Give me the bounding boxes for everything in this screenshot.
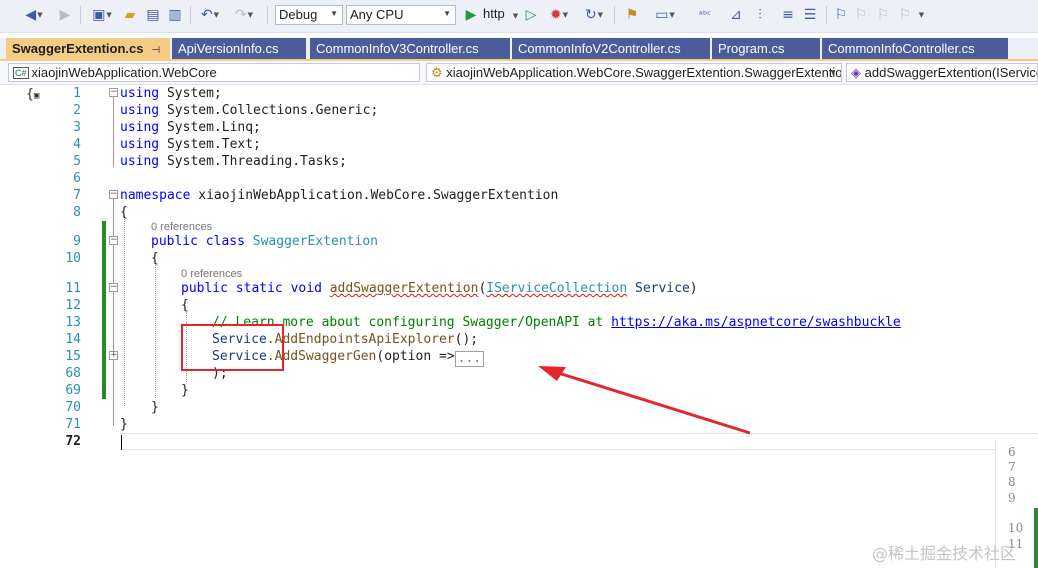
method-icon: ◈: [851, 65, 861, 80]
forward-icon[interactable]: ▶: [56, 4, 74, 26]
project-dropdown[interactable]: C# xiaojinWebApplication.WebCore: [8, 63, 420, 82]
minimap-line-number: 7: [1008, 460, 1016, 474]
previous-bookmark-icon[interactable]: ⚐: [852, 4, 870, 26]
chevron-down-icon[interactable]: ▼: [510, 5, 520, 27]
chevron-down-icon: ▼: [330, 9, 338, 18]
start-icon[interactable]: ▶: [462, 4, 480, 26]
hot-reload-icon[interactable]: ✹ ▼: [546, 4, 572, 26]
close-icon[interactable]: ✕: [168, 41, 170, 56]
pin-icon[interactable]: ⊣: [151, 45, 160, 56]
platform-select[interactable]: Any CPU ▼: [346, 5, 456, 25]
chevron-down-icon: ▼: [829, 68, 837, 77]
clear-bookmarks-icon[interactable]: ⚐: [896, 4, 914, 26]
configuration-value: Debug: [279, 7, 318, 22]
refresh-icon[interactable]: ↻ ▼: [580, 4, 608, 26]
watermark: @稀土掘金技术社区: [872, 544, 1017, 563]
minimap-line-number: 9: [1008, 491, 1016, 505]
project-value: xiaojinWebApplication.WebCore: [31, 65, 217, 80]
toolbar-overflow-icon[interactable]: ▼: [916, 4, 926, 26]
new-project-icon[interactable]: ▣ ▼: [88, 4, 116, 26]
next-bookmark-icon[interactable]: ⚐: [874, 4, 892, 26]
tab-program[interactable]: Program.cs: [712, 38, 820, 59]
minimap-line-number: 8: [1008, 475, 1016, 489]
save-icon[interactable]: ▤: [144, 4, 162, 26]
class-icon: ⚙: [431, 65, 443, 80]
toolbar-separator: [267, 6, 268, 24]
minimap-change-bar: [1034, 508, 1038, 568]
platform-value: Any CPU: [350, 7, 404, 22]
tab-label: ApiVersionInfo.cs: [178, 41, 279, 56]
code-editor[interactable]: {▣ − − − − + 1 2 3 4 5 6 7 8 9 10 11 12 …: [0, 85, 1038, 568]
toolbar-separator: [614, 6, 615, 24]
align-icon[interactable]: ⫶: [750, 4, 770, 26]
toolbar-separator: [826, 6, 827, 24]
save-all-icon[interactable]: ▥: [166, 4, 184, 26]
outdent-icon[interactable]: ☰: [800, 4, 820, 26]
annotation-arrow: [538, 366, 751, 435]
document-tabs: SwaggerExtention.cs⊣✕ ApiVersionInfo.cs …: [0, 38, 1038, 60]
open-folder-icon[interactable]: ▰: [120, 4, 140, 26]
minimap-line-number: 10: [1008, 521, 1024, 535]
tab-commoninfov2controller[interactable]: CommonInfoV2Controller.cs: [512, 38, 710, 59]
bookmark-icon[interactable]: ⚐: [832, 4, 850, 26]
type-value: xiaojinWebApplication.WebCore.SwaggerExt…: [446, 65, 842, 80]
tab-label: CommonInfoController.cs: [828, 41, 975, 56]
tab-commoninfocontroller[interactable]: CommonInfoController.cs: [822, 38, 1008, 59]
back-icon[interactable]: ◀ ▼: [22, 4, 46, 26]
step-icon[interactable]: ⊿: [726, 4, 746, 26]
csharp-project-icon: C#: [13, 67, 29, 79]
tab-label: SwaggerExtention.cs: [12, 41, 144, 56]
redo-icon[interactable]: ↷ ▼: [230, 4, 258, 26]
solution-explorer-icon[interactable]: ⚑: [622, 4, 642, 26]
member-value: addSwaggerExtention(IServiceCollection S…: [864, 65, 1038, 80]
tab-commoninfov3controller[interactable]: CommonInfoV3Controller.cs: [310, 38, 510, 59]
run-target-label[interactable]: http: [483, 6, 505, 21]
tab-label: Program.cs: [718, 41, 785, 56]
member-dropdown[interactable]: ◈ addSwaggerExtention(IServiceCollection…: [846, 63, 1038, 82]
window-icon[interactable]: ▭ ▼: [650, 4, 680, 26]
type-dropdown[interactable]: ⚙ xiaojinWebApplication.WebCore.SwaggerE…: [426, 63, 842, 82]
toolbar-separator: [80, 6, 81, 24]
tab-label: CommonInfoV2Controller.cs: [518, 41, 681, 56]
tab-swaggerextention[interactable]: SwaggerExtention.cs ⊣ ✕: [6, 38, 170, 59]
chevron-down-icon: ▼: [443, 9, 451, 18]
navigation-bar: C# xiaojinWebApplication.WebCore ⚙ xiaoji…: [0, 61, 1038, 85]
undo-icon[interactable]: ↶ ▼: [196, 4, 224, 26]
minimap-line-number: 6: [1008, 445, 1016, 459]
configuration-select[interactable]: Debug ▼: [275, 5, 343, 25]
tab-label: CommonInfoV3Controller.cs: [316, 41, 479, 56]
main-toolbar: ◀ ▼ ▶ ▣ ▼ ▰ ▤ ▥ ↶ ▼ ↷ ▼ Debug ▼ Any CPU ▼ ▶ …: [0, 0, 1038, 33]
toolbar-separator: [190, 6, 191, 24]
spellcheck-icon[interactable]: ᵃᵇᶜ: [694, 4, 716, 26]
indent-icon[interactable]: ≡: [778, 4, 798, 26]
start-without-debug-icon[interactable]: ▷: [522, 4, 540, 26]
tab-apiversioninfo[interactable]: ApiVersionInfo.cs: [172, 38, 306, 59]
